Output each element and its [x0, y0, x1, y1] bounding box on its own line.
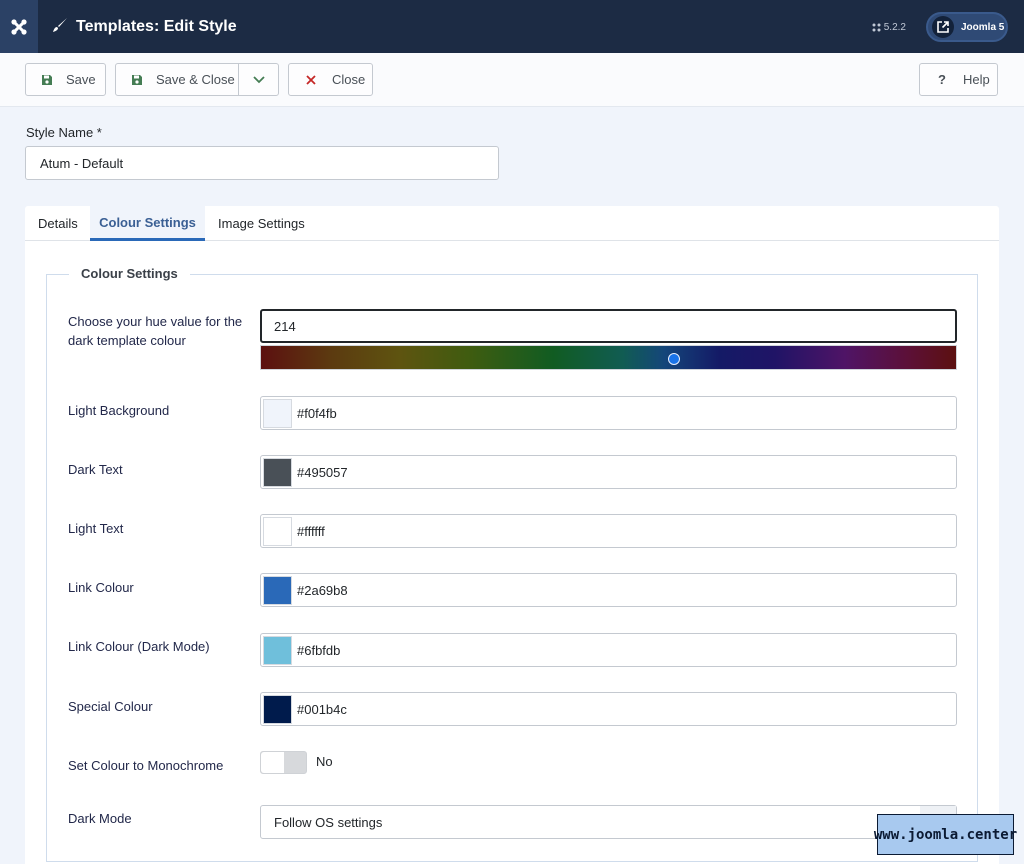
dark-text-label: Dark Text	[68, 462, 123, 477]
light-background-swatch[interactable]	[263, 399, 292, 428]
light-text-value: #ffffff	[297, 523, 325, 539]
link-colour-dark-input[interactable]: #6fbfdb	[260, 633, 957, 667]
toggle-knob	[261, 752, 284, 773]
help-button[interactable]: ? Help	[919, 63, 998, 96]
light-background-label: Light Background	[68, 403, 170, 418]
light-background-value: #f0f4fb	[297, 405, 337, 421]
hue-slider[interactable]	[260, 345, 957, 370]
view-site-button[interactable]: Joomla 5	[926, 12, 1008, 42]
dark-mode-selected: Follow OS settings	[274, 814, 383, 830]
toolbar: Save Save & Close Close ? Help	[0, 53, 1024, 107]
link-colour-input[interactable]: #2a69b8	[260, 573, 957, 607]
light-text-input[interactable]: #ffffff	[260, 514, 957, 548]
dark-mode-label: Dark Mode	[68, 811, 132, 826]
special-colour-value: #001b4c	[297, 701, 347, 717]
brush-icon	[52, 17, 68, 36]
dark-text-swatch[interactable]	[263, 458, 292, 487]
link-colour-label: Link Colour	[68, 580, 134, 595]
close-label: Close	[332, 72, 366, 87]
page-title: Templates: Edit Style	[76, 17, 237, 35]
dark-text-value: #495057	[297, 464, 348, 480]
save-options-dropdown[interactable]	[238, 63, 279, 96]
dark-mode-select[interactable]: Follow OS settings	[260, 805, 957, 839]
save-button[interactable]: Save	[25, 63, 106, 96]
save-icon	[40, 73, 54, 87]
tab-colour-settings[interactable]: Colour Settings	[90, 206, 205, 241]
external-link-icon	[932, 16, 954, 38]
close-icon	[304, 73, 318, 87]
dark-text-input[interactable]: #495057	[260, 455, 957, 489]
monochrome-state: No	[316, 754, 333, 769]
save-close-label: Save & Close	[156, 72, 235, 87]
light-background-input[interactable]: #f0f4fb	[260, 396, 957, 430]
tab-details[interactable]: Details	[38, 206, 78, 240]
version-indicator: 5.2.2	[872, 22, 906, 33]
question-icon: ?	[938, 72, 946, 87]
hue-slider-handle[interactable]	[667, 353, 680, 365]
app-header: Templates: Edit Style 5.2.2 Joomla 5	[0, 0, 1024, 53]
light-text-label: Light Text	[68, 521, 124, 536]
tab-image-settings[interactable]: Image Settings	[218, 206, 305, 240]
joomla-small-icon	[872, 23, 881, 31]
colour-settings-fieldset: Colour Settings Choose your hue value fo…	[46, 266, 978, 862]
help-label: Help	[963, 72, 990, 87]
fieldset-legend: Colour Settings	[69, 266, 190, 281]
link-colour-dark-value: #6fbfdb	[297, 642, 341, 658]
special-colour-label: Special Colour	[68, 699, 153, 714]
monochrome-label: Set Colour to Monochrome	[68, 758, 224, 773]
link-colour-value: #2a69b8	[297, 582, 348, 598]
hue-label: Choose your hue value for the dark templ…	[68, 314, 243, 348]
version-text: 5.2.2	[883, 21, 906, 33]
link-colour-dark-label: Link Colour (Dark Mode)	[68, 639, 210, 654]
style-name-input[interactable]: Atum - Default	[25, 146, 499, 180]
special-colour-swatch[interactable]	[263, 695, 292, 724]
joomla-logo-icon[interactable]	[0, 0, 38, 53]
tab-bar: Details Colour Settings Image Settings	[25, 206, 999, 241]
style-name-label: Style Name *	[26, 125, 102, 140]
link-colour-dark-swatch[interactable]	[263, 636, 292, 665]
save-icon	[130, 73, 144, 87]
save-label: Save	[66, 72, 96, 87]
settings-panel: Details Colour Settings Image Settings C…	[25, 206, 999, 864]
view-site-label: Joomla 5	[961, 21, 1005, 33]
monochrome-toggle[interactable]	[260, 751, 307, 774]
light-text-swatch[interactable]	[263, 517, 292, 546]
save-close-button[interactable]: Save & Close	[115, 63, 239, 96]
close-button[interactable]: Close	[288, 63, 373, 96]
chevron-down-icon	[252, 72, 265, 87]
watermark-badge: www.joomla.center	[874, 814, 1017, 855]
special-colour-input[interactable]: #001b4c	[260, 692, 957, 726]
hue-input[interactable]: 214	[260, 309, 957, 343]
link-colour-swatch[interactable]	[263, 576, 292, 605]
